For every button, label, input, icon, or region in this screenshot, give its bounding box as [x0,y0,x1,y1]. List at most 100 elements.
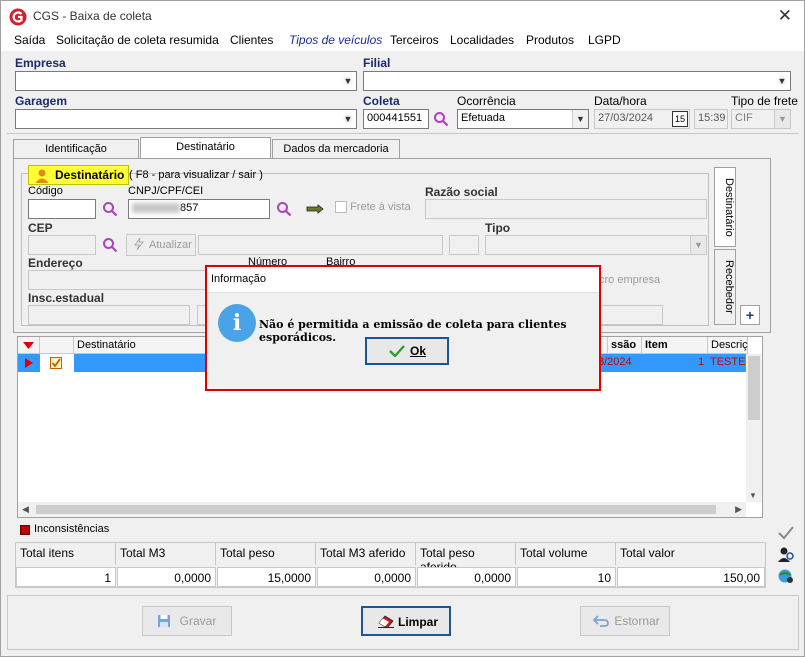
total-valor-value: 150,00 [617,567,765,587]
data-input[interactable]: 27/03/2024 15 [594,109,690,129]
limpar-label: Limpar [397,615,438,629]
chevron-down-icon[interactable]: ▼ [774,110,790,128]
menu-produtos[interactable]: Produtos [526,33,574,47]
dialog-title: Informação [207,267,599,293]
codigo-input[interactable] [28,199,96,219]
ok-button[interactable]: Ok [365,337,449,365]
menu-terceiros[interactable]: Terceiros [390,33,439,47]
grid-check-header [40,337,74,354]
info-icon: i [218,304,256,342]
ocorrencia-select[interactable]: Efetuada ▼ [457,109,589,129]
cnpj-label: CNPJ/CPF/CEI [128,185,204,197]
vertical-scrollbar[interactable]: ▼ [746,354,762,502]
cidade-input[interactable] [198,235,443,255]
menu-clientes[interactable]: Clientes [230,33,273,47]
razao-input[interactable] [425,199,707,219]
chevron-down-icon[interactable]: ▼ [572,110,588,128]
grid-header-item[interactable]: Item [642,337,708,354]
tab-identificacao[interactable]: Identificação [13,139,139,159]
destinatario-group-text: Destinatário [55,168,125,182]
grid-menu-cell[interactable] [18,337,40,354]
tipo-frete-label: Tipo de frete [731,94,798,108]
estornar-button[interactable]: Estornar [580,606,670,636]
ok-label: Ok [409,344,426,358]
search-icon[interactable] [102,201,118,217]
hora-input[interactable]: 15:39 [694,109,728,129]
chevron-down-icon[interactable]: ▼ [749,491,757,500]
grid-header-emissao[interactable]: ssão [608,337,642,354]
grid-header-descricao[interactable]: Descriç [708,337,748,354]
garagem-select[interactable]: ▼ [15,109,357,129]
filial-select[interactable]: ▼ [363,71,791,91]
endereco-input[interactable] [28,270,208,290]
tab-destinatario[interactable]: Destinatário [140,137,271,159]
row-pointer-icon [25,358,33,368]
ocorrencia-label: Ocorrência [457,94,516,108]
checkmark-icon [389,345,405,357]
tipo-select[interactable]: ▼ [485,235,707,255]
add-button[interactable]: + [740,305,760,325]
totals-panel: Total itens Total M3 Total peso Total M3… [15,542,766,588]
checkbox-icon[interactable] [335,201,347,214]
insc-input[interactable] [28,305,190,325]
menu-saida[interactable]: Saída [14,33,45,47]
tab-dados-mercadoria[interactable]: Dados da mercadoria [272,139,400,159]
chevron-down-icon[interactable]: ▼ [774,72,790,90]
checkmark-icon[interactable] [778,526,794,540]
coleta-input[interactable]: 000441551 [363,109,429,129]
scrollbar-thumb[interactable] [748,356,760,420]
side-tab-recebedor[interactable]: Recebedor [714,249,736,325]
side-tab-destinatario[interactable]: Destinatário [714,167,736,247]
lightning-icon [134,237,144,251]
masked-value [132,203,180,214]
eraser-icon [378,615,394,628]
user-search-icon[interactable] [777,546,795,562]
cnpj-input[interactable]: 857 [128,199,270,219]
datahora-label: Data/hora [594,94,647,108]
total-volume-label: Total volume [516,543,616,565]
chevron-right-icon[interactable]: ▶ [735,504,742,515]
chevron-down-icon[interactable]: ▼ [690,236,706,254]
cnpj-value: 857 [180,202,199,214]
save-icon [158,615,170,627]
menu-solicitacao[interactable]: Solicitação de coleta resumida [56,33,219,47]
total-peso-value: 15,0000 [217,567,316,587]
total-itens-label: Total itens [16,543,116,565]
checkbox-checked-icon[interactable] [50,357,62,369]
chevron-down-icon[interactable]: ▼ [340,72,356,90]
pointing-hand-icon[interactable] [306,203,324,215]
chevron-left-icon[interactable]: ◀ [22,504,29,515]
micro-empresa-label: cro empresa [599,274,661,286]
total-m3-value: 0,0000 [117,567,216,587]
menu-localidades[interactable]: Localidades [450,33,514,47]
codigo-label: Código [28,185,63,197]
horizontal-scrollbar[interactable]: ◀ ▶ [18,502,746,517]
gravar-button[interactable]: Gravar [142,606,232,636]
app-logo-icon [9,8,27,26]
empresa-select[interactable]: ▼ [15,71,357,91]
search-icon[interactable] [102,237,118,253]
close-icon[interactable]: ✕ [778,6,792,26]
menu-tipos-veiculos[interactable]: Tipos de veículos [289,33,382,47]
calendar-icon[interactable]: 15 [672,111,688,127]
chevron-down-icon[interactable]: ▼ [340,110,356,128]
uf-input[interactable] [449,235,479,255]
total-m3-aferido-value: 0,0000 [317,567,416,587]
extra-input[interactable] [599,305,663,325]
separator [7,133,799,134]
estornar-label: Estornar [614,614,660,628]
search-icon[interactable] [276,201,292,217]
total-peso-label: Total peso [216,543,316,565]
row-desc: TESTE [710,356,746,368]
globe-user-icon[interactable] [777,568,795,584]
menu-lgpd[interactable]: LGPD [588,33,621,47]
gravar-label: Gravar [179,614,217,628]
cep-input[interactable] [28,235,96,255]
row-check-cell[interactable] [40,354,74,372]
search-icon[interactable] [433,111,449,127]
endereco-label: Endereço [28,256,83,270]
limpar-button[interactable]: Limpar [361,606,451,636]
tipo-frete-select[interactable]: CIF ▼ [731,109,791,129]
scrollbar-thumb[interactable] [36,505,716,514]
frete-vista-checkbox[interactable]: Frete à vista [335,201,411,214]
